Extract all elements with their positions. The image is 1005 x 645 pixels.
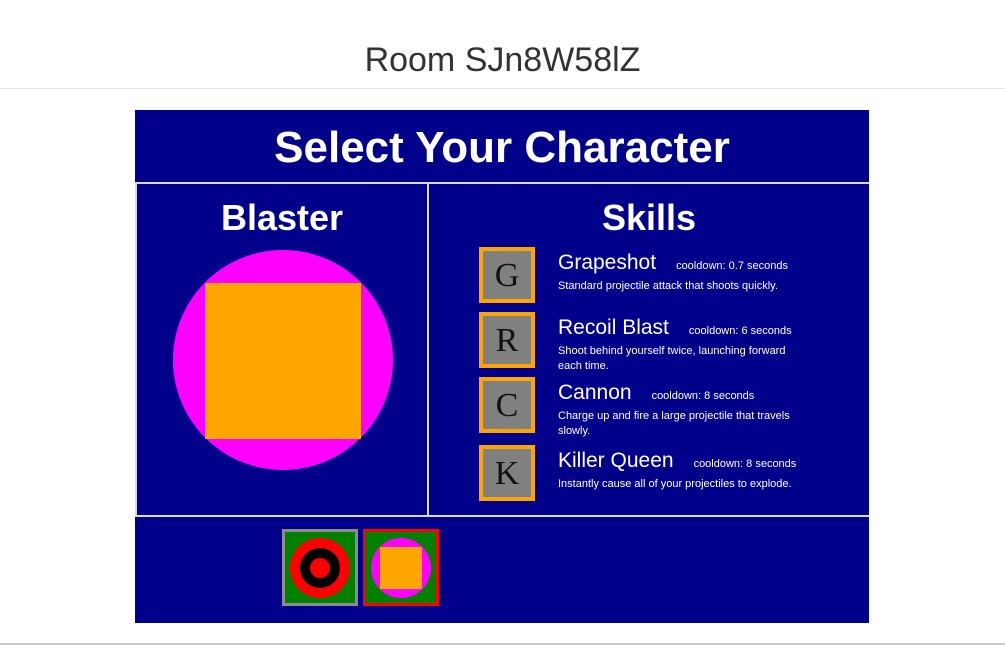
target-rings-icon xyxy=(290,538,350,598)
character-circle-icon xyxy=(173,250,393,470)
skill-cannon: C Cannon cooldown: 8 seconds Charge up an… xyxy=(479,377,869,439)
skill-cooldown: cooldown: 0.7 seconds xyxy=(676,260,788,272)
skills-title: Skills xyxy=(601,197,697,238)
skill-name: Recoil Blast xyxy=(558,316,669,339)
skill-description: Charge up and fire a large projectile th… xyxy=(558,410,790,437)
skill-name: Grapeshot xyxy=(558,251,657,274)
skill-header: Grapeshot cooldown: 0.7 seconds xyxy=(558,251,788,275)
skills-panel: Skills G Grapeshot cooldown: 0.7 seconds … xyxy=(429,184,869,515)
skill-grapeshot: G Grapeshot cooldown: 0.7 seconds Standar… xyxy=(479,247,869,309)
character-option-blaster[interactable] xyxy=(363,529,439,606)
skill-header: Recoil Blast cooldown: 6 seconds xyxy=(558,316,792,340)
skill-cooldown: cooldown: 8 seconds xyxy=(651,390,755,402)
skill-description: Instantly cause all of your projectiles … xyxy=(558,478,792,490)
skill-description: Standard projectile attack that shoots q… xyxy=(558,280,778,292)
character-selector-bar xyxy=(135,515,869,623)
skill-key-k[interactable]: K xyxy=(479,445,535,501)
room-title: Room SJn8W58lZ xyxy=(364,41,641,79)
select-character-title: Select Your Character xyxy=(135,110,869,184)
skill-header: Cannon cooldown: 8 seconds xyxy=(558,381,754,405)
character-name: Blaster xyxy=(220,197,344,238)
game-canvas[interactable]: Select Your Character Blaster Skills G G… xyxy=(135,110,869,623)
target-ring-middle xyxy=(300,548,340,588)
skill-key-c[interactable]: C xyxy=(479,377,535,433)
skill-description: Shoot behind yourself twice, launching f… xyxy=(558,345,786,372)
skill-key-g[interactable]: G xyxy=(479,247,535,303)
skill-killer-queen: K Killer Queen cooldown: 8 seconds Instan… xyxy=(479,445,869,507)
character-option-target[interactable] xyxy=(282,529,358,606)
character-square-icon xyxy=(205,283,361,439)
skill-name: Cannon xyxy=(558,381,632,404)
character-preview-panel: Blaster xyxy=(135,184,429,515)
target-ring-center xyxy=(310,558,330,578)
blaster-icon xyxy=(371,538,431,598)
skill-name: Killer Queen xyxy=(558,449,674,472)
room-header: Room SJn8W58lZ xyxy=(0,0,1005,89)
skill-header: Killer Queen cooldown: 8 seconds xyxy=(558,449,796,473)
skill-cooldown: cooldown: 6 seconds xyxy=(688,325,792,337)
skill-recoil-blast: R Recoil Blast cooldown: 6 seconds Shoot … xyxy=(479,312,869,374)
blaster-square-icon xyxy=(380,547,422,589)
skill-cooldown: cooldown: 8 seconds xyxy=(693,458,797,470)
skill-key-r[interactable]: R xyxy=(479,312,535,368)
